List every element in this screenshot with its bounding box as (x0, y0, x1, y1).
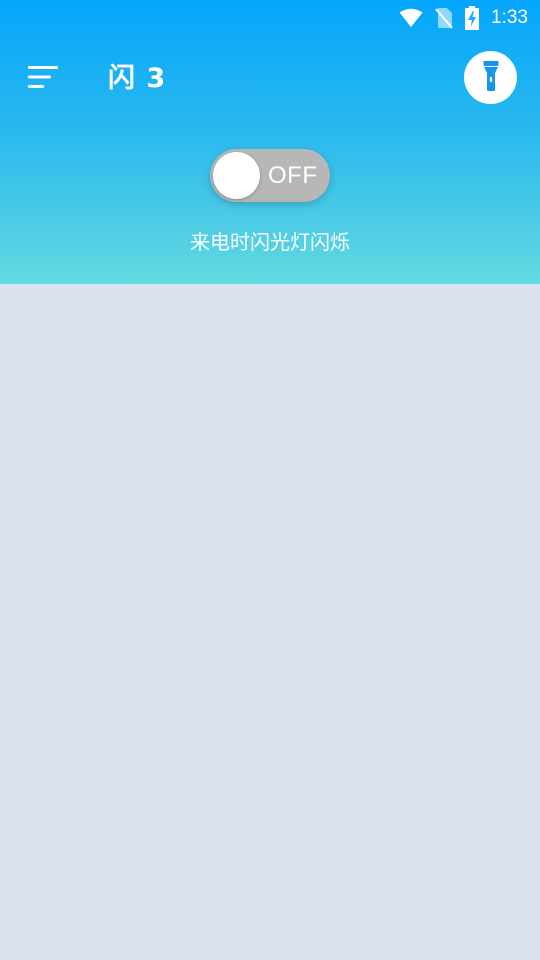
battery-charging-icon (465, 6, 480, 30)
status-time: 1:33 (491, 7, 528, 28)
menu-lines-icon (27, 65, 59, 93)
flashlight-button[interactable] (464, 51, 517, 104)
app-screen: 1:33 闪 3 OFF 来电时闪光灯闪烁 (0, 0, 540, 960)
wifi-icon (399, 8, 423, 28)
app-title: 闪 3 (108, 63, 167, 94)
toggle-state-label: OFF (268, 162, 318, 189)
status-icons: 1:33 (399, 6, 528, 30)
menu-button[interactable] (22, 58, 64, 100)
flash-caption: 来电时闪光灯闪烁 (190, 230, 350, 254)
status-bar: 1:33 (0, 0, 540, 36)
content-area (0, 284, 540, 960)
no-sim-icon (435, 7, 453, 29)
toggle-knob (213, 152, 260, 199)
flash-toggle-switch[interactable]: OFF (210, 149, 330, 202)
flashlight-icon (483, 60, 499, 95)
header-banner: 1:33 闪 3 OFF 来电时闪光灯闪烁 (0, 0, 540, 284)
toolbar: 闪 3 (0, 36, 540, 122)
